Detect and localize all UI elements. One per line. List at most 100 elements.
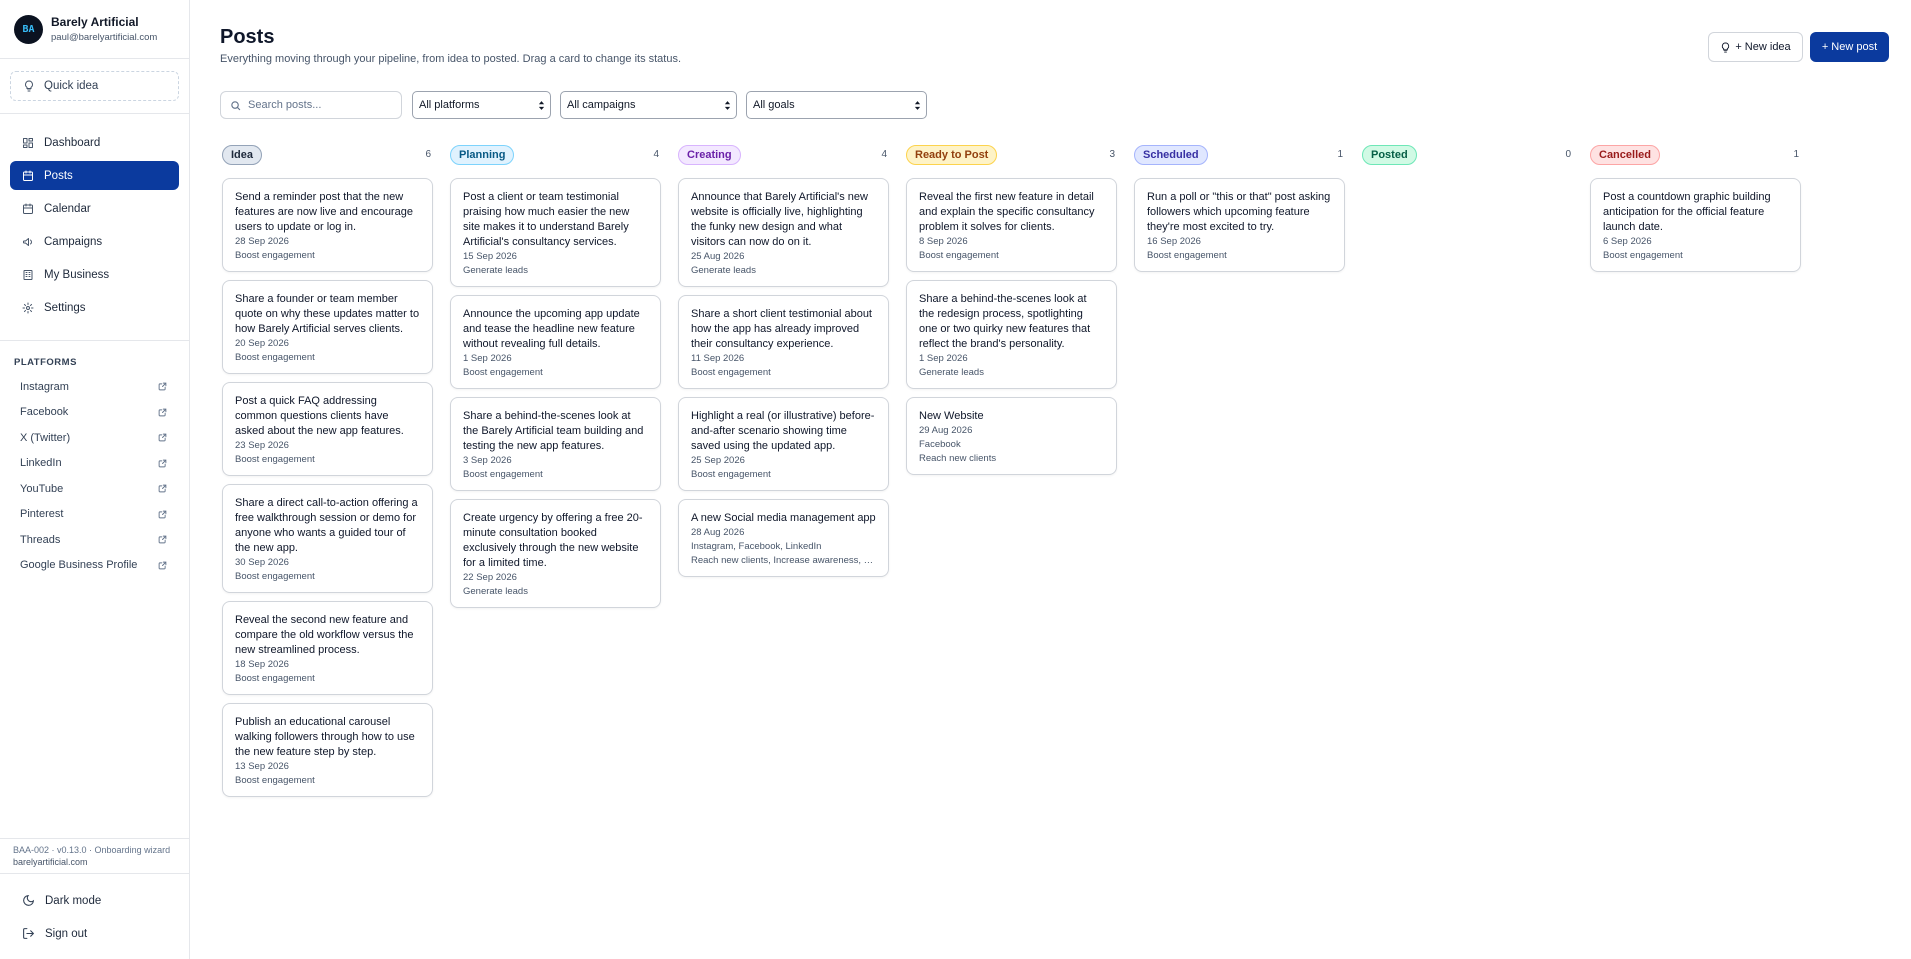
search-input[interactable] (248, 99, 388, 111)
post-date: 25 Aug 2026 (691, 251, 745, 262)
post-card[interactable]: Share a behind-the-scenes look at the re… (906, 280, 1117, 389)
post-card[interactable]: Send a reminder post that the new featur… (222, 178, 433, 272)
post-title: Post a client or team testimonial praisi… (463, 191, 630, 248)
column-header: Scheduled 1 (1134, 144, 1345, 165)
sidebar-item-label: My Business (44, 268, 110, 281)
post-meta: Boost engagement (1603, 250, 1683, 261)
sign-out-label: Sign out (45, 927, 88, 940)
platform-filter-value: All platforms (419, 99, 480, 111)
platform-filter-select[interactable]: All platforms (412, 91, 551, 119)
new-post-label: + New post (1821, 41, 1878, 53)
post-meta: Generate leads (919, 367, 984, 378)
sidebar-item-dashboard[interactable]: Dashboard (10, 128, 179, 157)
sign-out-button[interactable]: Sign out (10, 917, 179, 950)
post-title: Post a quick FAQ addressing common quest… (235, 395, 404, 437)
post-card[interactable]: Publish an educational carousel walking … (222, 703, 433, 797)
post-date: 13 Sep 2026 (235, 761, 289, 772)
sidebar-item-calendar[interactable]: Calendar (10, 194, 179, 223)
post-date: 15 Sep 2026 (463, 251, 517, 262)
post-meta: Boost engagement (235, 352, 315, 363)
status-badge: Creating (678, 144, 741, 165)
post-card[interactable]: Share a direct call-to-action offering a… (222, 484, 433, 593)
bottom-nav: Dark mode Sign out (0, 873, 189, 959)
post-card[interactable]: Highlight a real (or illustrative) befor… (678, 397, 889, 491)
new-post-button[interactable]: + New post (1810, 32, 1889, 62)
post-card[interactable]: Create urgency by offering a free 20-min… (450, 499, 661, 608)
sidebar-item-label: Dashboard (44, 136, 101, 149)
version-text: BAA-002 · v0.13.0 · Onboarding wizard (13, 845, 171, 855)
sidebar-item-posts[interactable]: Posts (10, 161, 179, 190)
page-subtitle: Everything moving through your pipeline,… (220, 53, 682, 65)
main-content: Posts Everything moving through your pip… (190, 0, 1911, 959)
post-date: 3 Sep 2026 (463, 455, 512, 466)
sidebar-item-label: Calendar (44, 202, 91, 215)
post-date: 18 Sep 2026 (235, 659, 289, 670)
column-count: 1 (1337, 149, 1343, 160)
post-date: 25 Sep 2026 (691, 455, 745, 466)
external-link-icon (158, 510, 167, 519)
post-card[interactable]: Reveal the first new feature in detail a… (906, 178, 1117, 272)
status-badge: Planning (450, 144, 515, 165)
new-idea-button[interactable]: + New idea (1708, 32, 1803, 62)
column-header: Ready to Post 3 (906, 144, 1117, 165)
platform-link-youtube[interactable]: YouTube (14, 476, 175, 502)
column-planning: Planning 4 Post a client or team testimoni… (450, 144, 661, 805)
post-card[interactable]: Announce that Barely Artificial's new we… (678, 178, 889, 287)
moon-icon (23, 894, 35, 906)
sidebar-item-campaigns[interactable]: Campaigns (10, 227, 179, 256)
brand-header[interactable]: BA Barely Artificial paul@barelyartifici… (0, 0, 189, 59)
post-card[interactable]: Reveal the second new feature and compar… (222, 601, 433, 695)
dark-mode-label: Dark mode (45, 894, 102, 907)
quick-idea-button[interactable]: Quick idea (10, 71, 179, 101)
post-card[interactable]: Share a founder or team member quote on … (222, 280, 433, 374)
platform-link-x-twitter[interactable]: X (Twitter) (14, 425, 175, 451)
column-scheduled: Scheduled 1 Run a poll or "this or that" p… (1134, 144, 1345, 805)
external-link-icon (158, 535, 167, 544)
calendar-icon (23, 203, 33, 214)
post-title: Create urgency by offering a free 20-min… (463, 512, 643, 569)
status-badge: Idea (222, 144, 263, 165)
post-meta: Boost engagement (1147, 250, 1227, 261)
post-card[interactable]: Run a poll or "this or that" post asking… (1134, 178, 1345, 272)
post-title: Post a countdown graphic building antici… (1603, 191, 1771, 233)
post-date: 22 Sep 2026 (463, 572, 517, 583)
dark-mode-toggle[interactable]: Dark mode (10, 884, 179, 917)
sign-out-icon (23, 928, 35, 939)
post-card[interactable]: New Website 29 Aug 2026 Facebook Reach new … (906, 397, 1117, 475)
platform-link-facebook[interactable]: Facebook (14, 400, 175, 426)
goal-filter-select[interactable]: All goals (746, 91, 927, 119)
platform-link-threads[interactable]: Threads (14, 527, 175, 553)
column-count: 4 (881, 149, 887, 160)
column-count: 1 (1793, 149, 1799, 160)
campaign-filter-select[interactable]: All campaigns (560, 91, 737, 119)
platform-link-pinterest[interactable]: Pinterest (14, 502, 175, 528)
page-title: Posts (220, 26, 275, 48)
status-badge: Posted (1362, 144, 1417, 165)
post-meta: Reach new clients (919, 453, 997, 464)
brand-text: Barely Artificial paul@barelyartificial.… (51, 15, 157, 43)
platform-link-linkedin[interactable]: LinkedIn (14, 451, 175, 477)
post-card[interactable]: A new Social media management app 28 Aug … (678, 499, 889, 577)
post-card[interactable]: Post a countdown graphic building antici… (1590, 178, 1801, 272)
post-card[interactable]: Announce the upcoming app update and tea… (450, 295, 661, 389)
post-card[interactable]: Post a quick FAQ addressing common quest… (222, 382, 433, 476)
external-link-icon (158, 459, 167, 468)
post-card[interactable]: Share a short client testimonial about h… (678, 295, 889, 389)
calendar-icon (23, 170, 33, 181)
post-title: Share a direct call-to-action offering a… (235, 497, 418, 554)
column-count: 3 (1109, 149, 1115, 160)
platform-link-instagram[interactable]: Instagram (14, 374, 175, 400)
post-title: Announce the upcoming app update and tea… (463, 308, 640, 350)
business-name: Barely Artificial (51, 15, 139, 29)
post-card[interactable]: Share a behind-the-scenes look at the Ba… (450, 397, 661, 491)
post-meta: Boost engagement (235, 250, 315, 261)
select-arrows-icon (724, 100, 731, 110)
post-card[interactable]: Post a client or team testimonial praisi… (450, 178, 661, 287)
sidebar-item-my-business[interactable]: My Business (10, 260, 179, 289)
platforms-heading: PLATFORMS (14, 357, 77, 368)
sidebar-item-settings[interactable]: Settings (10, 293, 179, 322)
platform-link-google-business-profile[interactable]: Google Business Profile (14, 553, 175, 579)
column-count: 6 (425, 149, 431, 160)
select-arrows-icon (538, 100, 545, 110)
dashboard-icon (23, 137, 33, 148)
